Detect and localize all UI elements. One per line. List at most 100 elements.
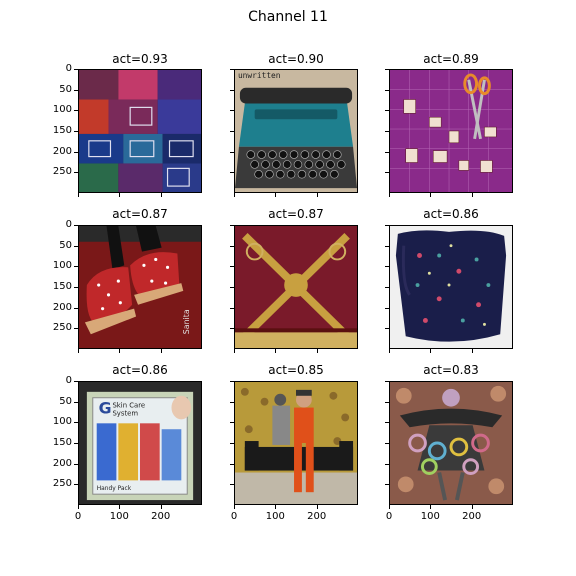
x-tick — [316, 193, 318, 197]
embroidery-image — [235, 226, 357, 348]
x-tick — [389, 193, 390, 197]
panel-title-4: act=0.87 — [112, 207, 168, 221]
y-tick — [74, 484, 78, 486]
y-tick — [385, 401, 389, 403]
patchwork-dress-image — [390, 382, 512, 504]
quilt-image — [79, 70, 201, 192]
x-tick-label: 200 — [307, 511, 327, 522]
panel-title-8: act=0.85 — [268, 363, 324, 377]
y-tick — [74, 131, 78, 132]
y-tick — [74, 381, 78, 382]
y-tick — [230, 245, 234, 247]
y-tick — [230, 69, 234, 70]
y-tick — [385, 443, 389, 444]
panel-6-apron — [389, 225, 513, 349]
x-tick — [275, 349, 277, 353]
y-tick — [74, 245, 78, 247]
craft-mat-image — [390, 70, 512, 192]
panel-title-6: act=0.86 — [423, 207, 479, 221]
panel-title-5: act=0.87 — [268, 207, 324, 221]
x-tick — [78, 349, 79, 353]
y-tick-label: 200 — [52, 301, 72, 313]
y-tick — [74, 287, 78, 288]
y-tick — [385, 89, 389, 91]
y-tick — [74, 266, 78, 268]
apron-image — [390, 226, 512, 348]
y-tick — [385, 463, 389, 465]
x-tick — [430, 193, 432, 197]
x-tick — [389, 349, 390, 353]
y-tick-label: 200 — [52, 457, 72, 469]
x-tick — [160, 349, 162, 353]
x-tick — [275, 505, 277, 509]
panel-title-9: act=0.83 — [423, 363, 479, 377]
y-tick-label: 50 — [59, 83, 72, 95]
y-tick — [385, 151, 389, 153]
y-tick — [385, 131, 389, 132]
y-tick — [74, 225, 78, 226]
x-tick — [119, 193, 121, 197]
y-tick-label: 50 — [59, 239, 72, 251]
x-tick — [234, 505, 235, 509]
y-tick-label: 100 — [52, 260, 72, 272]
y-tick — [230, 110, 234, 112]
y-tick — [74, 69, 78, 70]
x-tick — [471, 193, 473, 197]
x-tick — [471, 505, 473, 509]
y-tick — [74, 172, 78, 174]
x-tick — [234, 193, 235, 197]
y-tick-label: 50 — [59, 395, 72, 407]
panel-title-2: act=0.90 — [268, 52, 324, 66]
y-tick — [230, 172, 234, 174]
y-tick — [385, 328, 389, 330]
panel-title-3: act=0.89 — [423, 52, 479, 66]
x-tick — [316, 349, 318, 353]
y-tick — [230, 422, 234, 424]
clogs-image: Sanita — [79, 226, 201, 348]
y-tick — [230, 287, 234, 288]
y-tick-label: 250 — [52, 478, 72, 490]
x-tick — [471, 349, 473, 353]
y-tick — [385, 381, 389, 382]
y-tick — [74, 401, 78, 403]
y-tick — [230, 328, 234, 330]
y-tick — [230, 401, 234, 403]
y-tick — [74, 110, 78, 112]
y-tick-label: 0 — [65, 219, 72, 230]
x-tick-label: 100 — [265, 511, 285, 522]
y-tick — [74, 151, 78, 153]
panel-title-7: act=0.86 — [112, 363, 168, 377]
panel-9-patchwork-dress — [389, 381, 513, 505]
x-tick — [316, 505, 318, 509]
panel-2-typewriter: unwritten — [234, 69, 358, 193]
y-tick — [230, 225, 234, 226]
x-tick-label: 100 — [420, 511, 440, 522]
panel-4-clogs: Sanita — [78, 225, 202, 349]
box-line2: System — [112, 409, 138, 417]
x-tick-label: 100 — [109, 511, 129, 522]
y-tick — [230, 266, 234, 268]
y-tick — [74, 328, 78, 330]
y-tick — [230, 463, 234, 465]
y-tick — [230, 381, 234, 382]
y-tick — [385, 422, 389, 424]
x-tick-label: 200 — [151, 511, 171, 522]
y-tick-label: 250 — [52, 166, 72, 178]
x-tick — [119, 349, 121, 353]
skincare-box-image: G Skin Care System Handy Pack — [79, 382, 201, 504]
y-tick-label: 150 — [52, 437, 72, 448]
y-tick — [385, 172, 389, 174]
y-tick-label: 100 — [52, 104, 72, 116]
y-tick — [230, 307, 234, 309]
y-tick — [385, 484, 389, 486]
y-tick — [385, 225, 389, 226]
x-tick-label: 200 — [462, 511, 482, 522]
y-tick — [230, 151, 234, 153]
y-tick-label: 150 — [52, 281, 72, 292]
y-tick — [385, 266, 389, 268]
x-tick — [234, 349, 235, 353]
y-tick — [385, 110, 389, 112]
x-tick — [275, 193, 277, 197]
panel-3-craft-mat — [389, 69, 513, 193]
x-tick — [160, 505, 162, 509]
